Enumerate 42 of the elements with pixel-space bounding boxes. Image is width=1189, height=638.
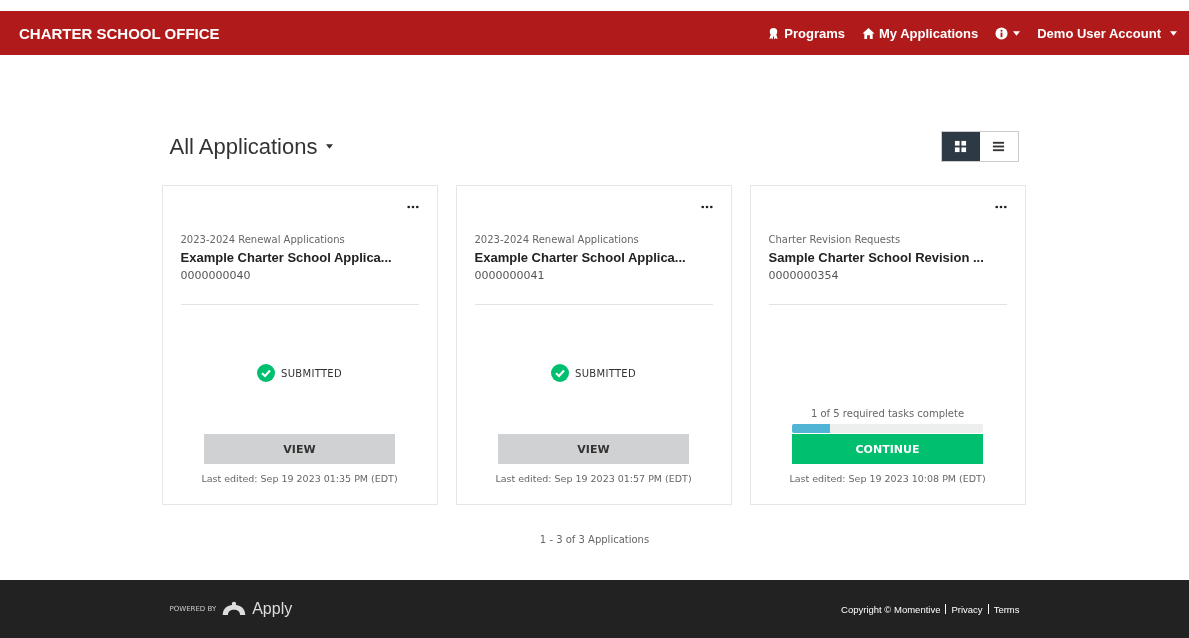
program-name: 2023-2024 Renewal Applications: [180, 234, 346, 245]
status-label: SUBMITTED: [575, 367, 636, 379]
view-button[interactable]: VIEW: [204, 434, 395, 464]
check-icon: [551, 364, 570, 382]
caret-icon: [326, 144, 334, 149]
nav-link[interactable]: My Applications: [862, 25, 979, 41]
brand-title[interactable]: CHARTER SCHOOL OFFICE: [19, 24, 220, 42]
nav-link[interactable]: Programs: [767, 25, 845, 41]
application-title[interactable]: Example Charter School Applica...: [180, 250, 392, 267]
program-name: 2023-2024 Renewal Applications: [474, 234, 640, 245]
status-label: SUBMITTED: [281, 367, 342, 379]
last-edited-text: Last edited: Sep 19 2023 10:08 PM (EDT): [788, 473, 987, 484]
grid-view-button[interactable]: [941, 132, 980, 161]
logo-icon: [221, 601, 248, 617]
info-icon: [995, 26, 1009, 40]
program-name: Charter Revision Requests: [768, 234, 902, 245]
last-edited-text: Last edited: Sep 19 2023 01:35 PM (EDT): [200, 473, 399, 484]
application-title[interactable]: Example Charter School Applica...: [474, 250, 686, 267]
more-options-icon[interactable]: [406, 205, 419, 209]
list-icon: [992, 140, 1005, 153]
account-menu[interactable]: Demo User Account: [1037, 25, 1177, 41]
application-number: 0000000041: [474, 269, 546, 283]
check-icon: [257, 364, 276, 382]
logo-text: Apply: [252, 600, 293, 618]
view-button[interactable]: VIEW: [498, 434, 689, 464]
application-number: 0000000040: [180, 269, 252, 283]
applications-filter-dropdown[interactable]: All Applications: [169, 133, 334, 160]
more-options-icon[interactable]: [994, 205, 1007, 209]
footer-link[interactable]: Privacy: [951, 603, 983, 615]
caret-icon: [1013, 30, 1021, 36]
caret-icon: [1170, 30, 1177, 36]
footer-link[interactable]: Terms: [993, 603, 1020, 615]
info-menu-button[interactable]: [995, 26, 1021, 40]
more-options-icon[interactable]: [700, 205, 713, 209]
grid-icon: [954, 140, 967, 153]
copyright-text: Copyright © Momentive: [841, 603, 941, 615]
progress-text: 1 of 5 required tasks complete: [810, 408, 965, 419]
home-icon: [862, 26, 875, 40]
application-title[interactable]: Sample Charter School Revision ...: [768, 250, 984, 267]
last-edited-text: Last edited: Sep 19 2023 01:57 PM (EDT): [494, 473, 693, 484]
pagination-text: 1 - 3 of 3 Applications: [538, 534, 651, 545]
application-number: 0000000354: [768, 269, 840, 283]
